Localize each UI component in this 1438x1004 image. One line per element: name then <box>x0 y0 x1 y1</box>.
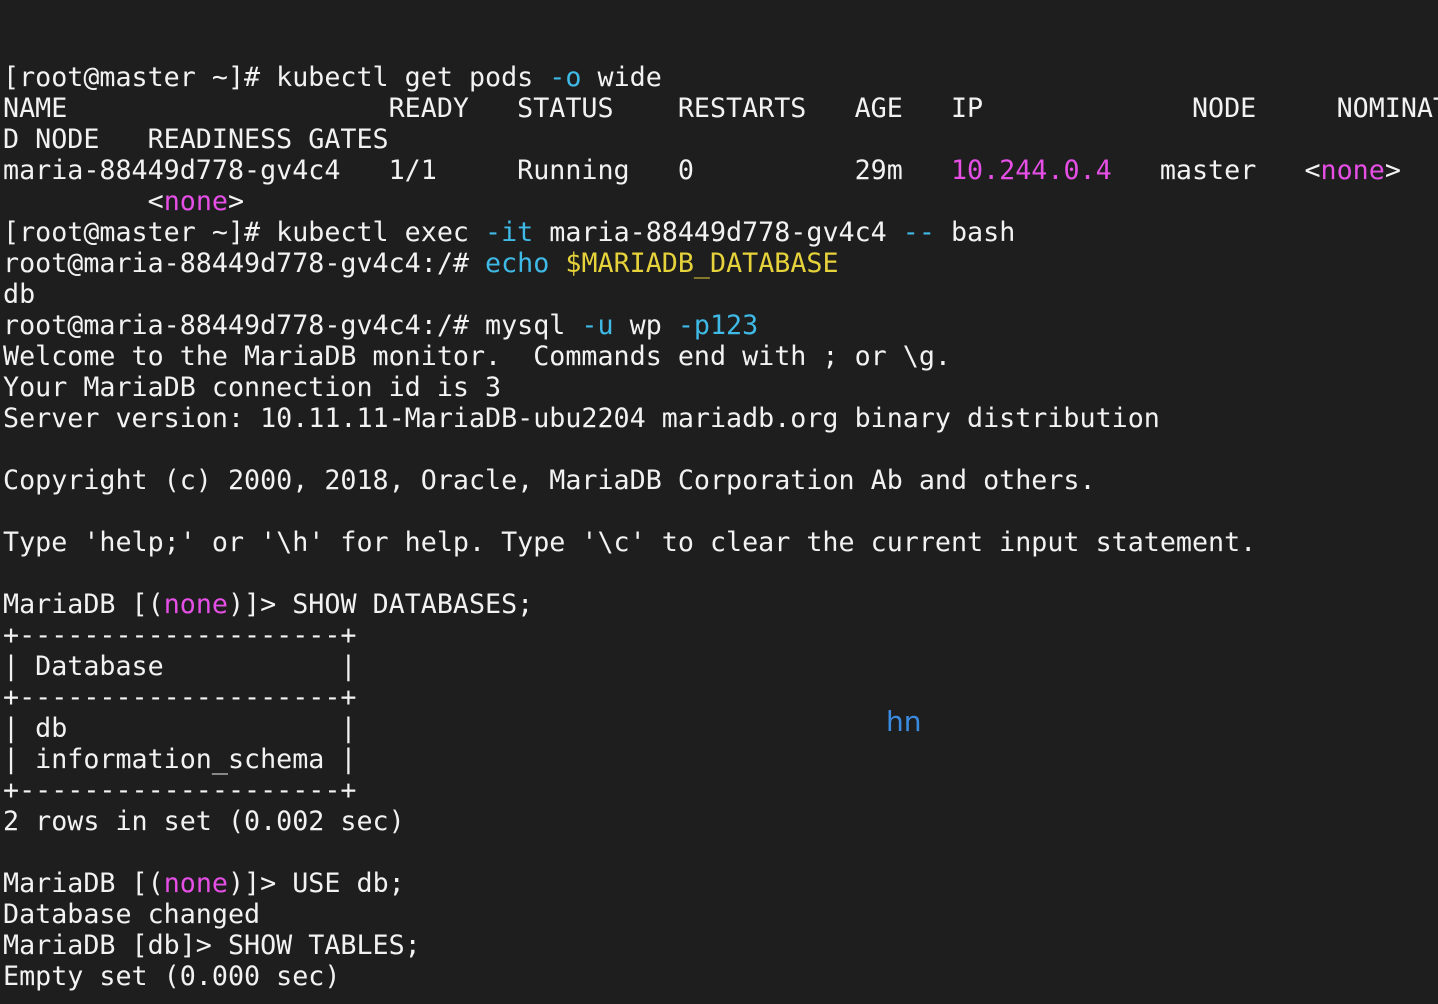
terminal-text: < <box>3 186 164 217</box>
terminal-text: | db | <box>3 713 357 744</box>
terminal-window[interactable]: [root@master ~]# kubectl get pods -o wid… <box>0 0 1438 1004</box>
terminal-text: none <box>1320 155 1385 186</box>
watermark-text: hn <box>886 705 922 738</box>
terminal-line: MariaDB [(none)]> SHOW DATABASES; <box>3 589 1438 620</box>
terminal-text: echo <box>485 248 550 279</box>
terminal-output: [root@master ~]# kubectl get pods -o wid… <box>3 62 1438 1004</box>
terminal-line: root@maria-88449d778-gv4c4:/# echo $MARI… <box>3 248 1438 279</box>
terminal-text: Copyright (c) 2000, 2018, Oracle, MariaD… <box>3 465 1096 496</box>
terminal-line: | Database | <box>3 651 1438 682</box>
terminal-text: 10.244.0.4 <box>950 155 1112 186</box>
terminal-text: [root@master ~]# kubectl get pods <box>3 62 550 93</box>
terminal-line: <none> <box>3 186 1438 217</box>
terminal-line: Copyright (c) 2000, 2018, Oracle, MariaD… <box>3 465 1438 496</box>
terminal-line: Empty set (0.000 sec) <box>3 961 1438 992</box>
terminal-text: > <box>227 186 245 217</box>
terminal-line: +--------------------+ <box>3 775 1438 806</box>
terminal-line: [root@master ~]# kubectl get pods -o wid… <box>3 62 1438 93</box>
terminal-text: root@maria-88449d778-gv4c4:/# <box>3 248 486 279</box>
terminal-text: MariaDB [db]> SHOW TABLES; <box>3 930 421 961</box>
terminal-line: maria-88449d778-gv4c4 1/1 Running 0 29m … <box>3 155 1438 186</box>
terminal-text: wp <box>613 310 678 341</box>
terminal-text: db <box>3 279 36 310</box>
terminal-text: +--------------------+ <box>3 775 357 806</box>
terminal-text: Server version: 10.11.11-MariaDB-ubu2204… <box>3 403 1160 434</box>
terminal-text: [root@master ~]# kubectl exec <box>3 217 486 248</box>
terminal-text: -it <box>485 217 534 248</box>
terminal-text: +--------------------+ <box>3 682 357 713</box>
terminal-text: NAME READY STATUS RESTARTS AGE IP NODE N… <box>3 93 1438 124</box>
terminal-text: +--------------------+ <box>3 620 357 651</box>
terminal-line: [root@master ~]# kubectl exec -it maria-… <box>3 217 1438 248</box>
terminal-text: | Database | <box>3 651 357 682</box>
terminal-text: 2 rows in set (0.002 sec) <box>3 806 405 837</box>
terminal-line: Welcome to the MariaDB monitor. Commands… <box>3 341 1438 372</box>
terminal-line: D NODE READINESS GATES <box>3 124 1438 155</box>
terminal-line: Server version: 10.11.11-MariaDB-ubu2204… <box>3 403 1438 434</box>
terminal-text: Welcome to the MariaDB monitor. Commands… <box>3 341 951 372</box>
terminal-text: -- <box>902 217 935 248</box>
terminal-text: Type 'help;' or '\h' for help. Type '\c'… <box>3 527 1257 558</box>
terminal-text: root@maria-88449d778-gv4c4:/# mysql <box>3 310 582 341</box>
terminal-line: NAME READY STATUS RESTARTS AGE IP NODE N… <box>3 93 1438 124</box>
terminal-text: Database changed <box>3 899 261 930</box>
terminal-text: wide <box>581 62 662 93</box>
terminal-line: Database changed <box>3 899 1438 930</box>
terminal-line: Type 'help;' or '\h' for help. Type '\c'… <box>3 527 1438 558</box>
terminal-line: db <box>3 279 1438 310</box>
terminal-text: MariaDB [( <box>3 868 164 899</box>
terminal-text: )]> USE db; <box>227 868 405 899</box>
terminal-text: none <box>163 868 228 899</box>
terminal-line: 2 rows in set (0.002 sec) <box>3 806 1438 837</box>
terminal-text: -p123 <box>677 310 759 341</box>
terminal-text: | information_schema | <box>3 744 357 775</box>
terminal-text: bash <box>934 217 1016 248</box>
terminal-text: maria-88449d778-gv4c4 1/1 Running 0 29m <box>3 155 951 186</box>
terminal-text: D NODE READINESS GATES <box>3 124 389 155</box>
terminal-line: +--------------------+ <box>3 682 1438 713</box>
terminal-line: +--------------------+ <box>3 620 1438 651</box>
terminal-text: none <box>163 589 228 620</box>
terminal-line: | db | <box>3 713 1438 744</box>
terminal-text: Your MariaDB connection id is 3 <box>3 372 502 403</box>
terminal-line: | information_schema | <box>3 744 1438 775</box>
terminal-text: none <box>163 186 228 217</box>
terminal-line: MariaDB [(none)]> USE db; <box>3 868 1438 899</box>
terminal-text: maria-88449d778-gv4c4 <box>533 217 903 248</box>
terminal-text: Empty set (0.000 sec) <box>3 961 341 992</box>
terminal-text: $MARIADB_DATABASE <box>565 248 839 279</box>
terminal-line: MariaDB [db]> SHOW TABLES; <box>3 930 1438 961</box>
terminal-text: -u <box>581 310 614 341</box>
terminal-text: -o <box>549 62 582 93</box>
terminal-line: root@maria-88449d778-gv4c4:/# mysql -u w… <box>3 310 1438 341</box>
terminal-line: Your MariaDB connection id is 3 <box>3 372 1438 403</box>
terminal-text: master < <box>1111 155 1321 186</box>
terminal-text: )]> SHOW DATABASES; <box>227 589 534 620</box>
terminal-text: MariaDB [( <box>3 589 164 620</box>
terminal-text: > <box>1384 155 1401 186</box>
